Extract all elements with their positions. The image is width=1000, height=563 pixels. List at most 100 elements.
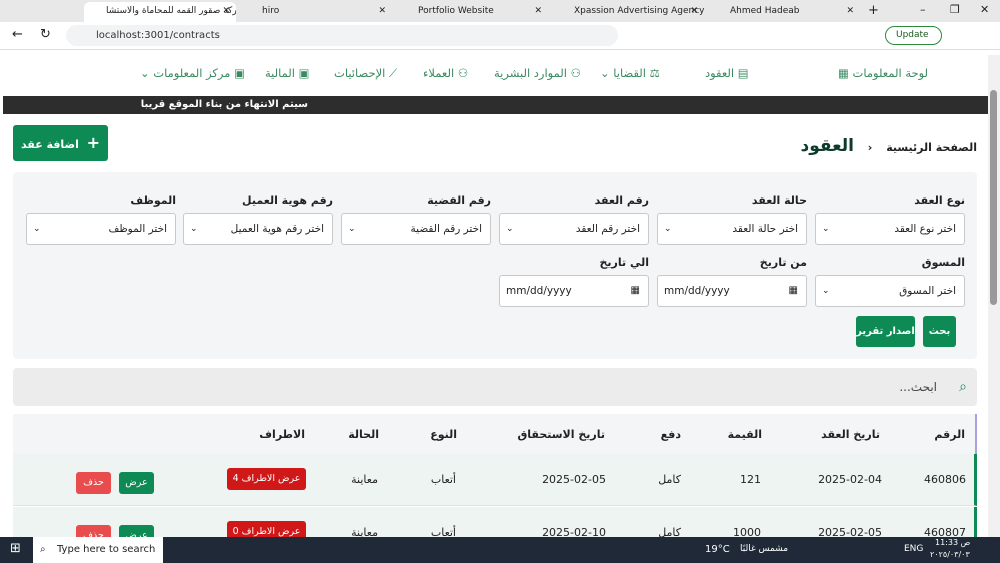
taskbar-search[interactable]: ⌕ Type here to search — [33, 537, 163, 563]
window-close-icon[interactable]: ✕ — [980, 3, 989, 16]
column-header: الحالة — [348, 428, 379, 441]
scrollbar[interactable] — [988, 55, 1000, 537]
url-text: localhost:3001/contracts — [96, 30, 220, 41]
weather-temp[interactable]: 19°C — [705, 544, 730, 555]
column-header: الاطراف — [259, 428, 305, 441]
nav-label: الموارد البشرية — [494, 66, 567, 80]
case-number-select[interactable]: اختر رقم القضية ⌄ — [341, 213, 491, 245]
weather-text[interactable]: مشمس غالبًا — [740, 544, 788, 554]
calendar-icon[interactable]: ▦ — [789, 276, 798, 306]
plus-icon: + — [86, 133, 101, 152]
breadcrumb-home[interactable]: الصفحة الرئيسية — [886, 141, 977, 154]
tab-ahmed[interactable]: Ahmed Hadeab ✕ — [708, 2, 860, 22]
tab-label: Ahmed Hadeab — [730, 6, 800, 16]
nav-contracts[interactable]: العقود ▤ — [705, 66, 749, 80]
nav-hr[interactable]: الموارد البشرية ⚇ — [494, 66, 581, 80]
filter-label: نوع العقد — [914, 194, 965, 207]
contract-number-select[interactable]: اختر رقم العقد ⌄ — [499, 213, 649, 245]
nav-label: العملاء — [423, 66, 455, 80]
chevron-down-icon: ⌄ — [822, 224, 830, 234]
cell-pay: كامل — [658, 473, 681, 486]
nav-finance[interactable]: المالية ▣ — [265, 66, 310, 80]
filter-label: رقم القضية — [427, 194, 491, 207]
client-id-select[interactable]: اختر رقم هوية العميل ⌄ — [183, 213, 333, 245]
report-button[interactable]: اصدار تقرير — [856, 316, 915, 347]
calendar-icon[interactable]: ▦ — [631, 276, 640, 306]
new-tab-icon[interactable]: + — [868, 3, 879, 18]
to-date-input[interactable]: mm/dd/yyyy ▦ — [499, 275, 649, 307]
contract-status-select[interactable]: اختر حالة العقد ⌄ — [657, 213, 807, 245]
update-button[interactable]: Update — [885, 26, 942, 45]
add-contract-label: اضافة عقد — [20, 138, 79, 151]
nav-statistics[interactable]: الإحصائيات ⟋ — [334, 66, 397, 81]
nav-label: العقود — [705, 66, 735, 80]
breadcrumb: الصفحة الرئيسية ‹ العقود — [801, 136, 977, 156]
close-icon[interactable]: ✕ — [534, 2, 542, 20]
chevron-icon: ‹ — [867, 141, 873, 154]
nav-cases[interactable]: ⌄ القضايا ⚖ — [600, 66, 660, 80]
table-header: الرقم تاريخ العقد القيمة دفع تاريخ الاست… — [13, 414, 977, 454]
tab-active[interactable]: شركة صقور القمه للمحاماة والاستشا ✕ — [84, 2, 236, 22]
cell-type: أتعاب — [430, 473, 456, 486]
nav-label: لوحة المعلومات — [852, 66, 929, 80]
filter-label: الموظف — [130, 194, 176, 207]
filter-label: حالة العقد — [751, 194, 807, 207]
nav-info-center[interactable]: ⌄ مركز المعلومات ▣ — [140, 66, 245, 80]
cell-due: 2025-02-05 — [542, 473, 606, 486]
tab-portfolio[interactable]: Portfolio Website ✕ — [396, 2, 548, 22]
column-header: تاريخ العقد — [821, 428, 880, 441]
filter-label: من تاريخ — [759, 256, 807, 269]
search-icon: ⌕ — [40, 544, 46, 555]
search-icon: ⌕ — [959, 379, 967, 395]
tab-xpassion[interactable]: Xpassion Advertising Agency ✕ — [552, 2, 704, 22]
windows-start-icon[interactable]: ⊞ — [10, 541, 21, 556]
search-input[interactable]: ابحث... ⌕ — [13, 368, 977, 406]
nav-clients[interactable]: العملاء ⚇ — [423, 66, 468, 80]
url-input[interactable]: localhost:3001/contracts — [66, 25, 618, 46]
clock-time[interactable]: 11:33 ص — [935, 538, 970, 547]
tab-label: hiro — [262, 6, 280, 16]
close-icon[interactable]: ✕ — [222, 2, 230, 20]
marketer-select[interactable]: اختر المسوق ⌄ — [815, 275, 965, 307]
chevron-down-icon: ⌄ — [190, 224, 198, 234]
filter-label: رقم هوية العميل — [242, 194, 333, 207]
nav-dashboard[interactable]: ▦ لوحة المعلومات — [838, 66, 928, 80]
employee-select[interactable]: اختر الموظف ⌄ — [26, 213, 176, 245]
column-header: الرقم — [934, 428, 965, 441]
view-parties-button[interactable]: عرض الاطراف 4 — [227, 468, 306, 490]
tab-label: Xpassion Advertising Agency — [574, 6, 704, 16]
close-icon[interactable]: ✕ — [846, 2, 854, 20]
column-header: تاريخ الاستحقاق — [517, 428, 605, 441]
scrollbar-thumb[interactable] — [990, 90, 997, 305]
column-header: القيمة — [727, 428, 762, 441]
search-placeholder: ابحث... — [899, 380, 937, 394]
view-button[interactable]: عرض — [119, 472, 154, 494]
chevron-down-icon: ⌄ — [33, 224, 41, 234]
delete-button[interactable]: حذف — [76, 472, 111, 494]
add-contract-button[interactable]: اضافة عقد + — [13, 125, 108, 161]
filter-label: المسوق — [921, 256, 965, 269]
close-icon[interactable]: ✕ — [378, 2, 386, 20]
table-row: 460806 2025-02-04 121 كامل 2025-02-05 أت… — [13, 454, 977, 506]
chevron-down-icon: ⌄ — [506, 224, 514, 234]
minimize-icon[interactable]: – — [920, 3, 926, 16]
from-date-input[interactable]: mm/dd/yyyy ▦ — [657, 275, 807, 307]
close-icon[interactable]: ✕ — [690, 2, 698, 20]
contract-type-select[interactable]: اختر نوع العقد ⌄ — [815, 213, 965, 245]
search-button[interactable]: بحث — [923, 316, 956, 347]
refresh-icon[interactable]: ↻ — [40, 27, 51, 42]
nav-label: المالية — [265, 66, 295, 80]
nav-label: القضايا — [613, 66, 646, 80]
clock-date[interactable]: ٢٠٢٥/٠٣/٠٣ — [930, 550, 970, 559]
chevron-down-icon: ⌄ — [822, 286, 830, 296]
nav-label: مركز المعلومات — [153, 66, 231, 80]
chevron-down-icon: ⌄ — [348, 224, 356, 234]
cell-status: معاينة — [351, 473, 378, 486]
tab-hiro[interactable]: hiro ✕ — [240, 2, 392, 22]
column-header: النوع — [430, 428, 457, 441]
back-icon[interactable]: ← — [12, 27, 23, 42]
chevron-down-icon: ⌄ — [664, 224, 672, 234]
language-indicator[interactable]: ENG — [904, 544, 923, 554]
restore-icon[interactable]: ❐ — [950, 3, 960, 16]
tab-label: Portfolio Website — [418, 6, 494, 16]
